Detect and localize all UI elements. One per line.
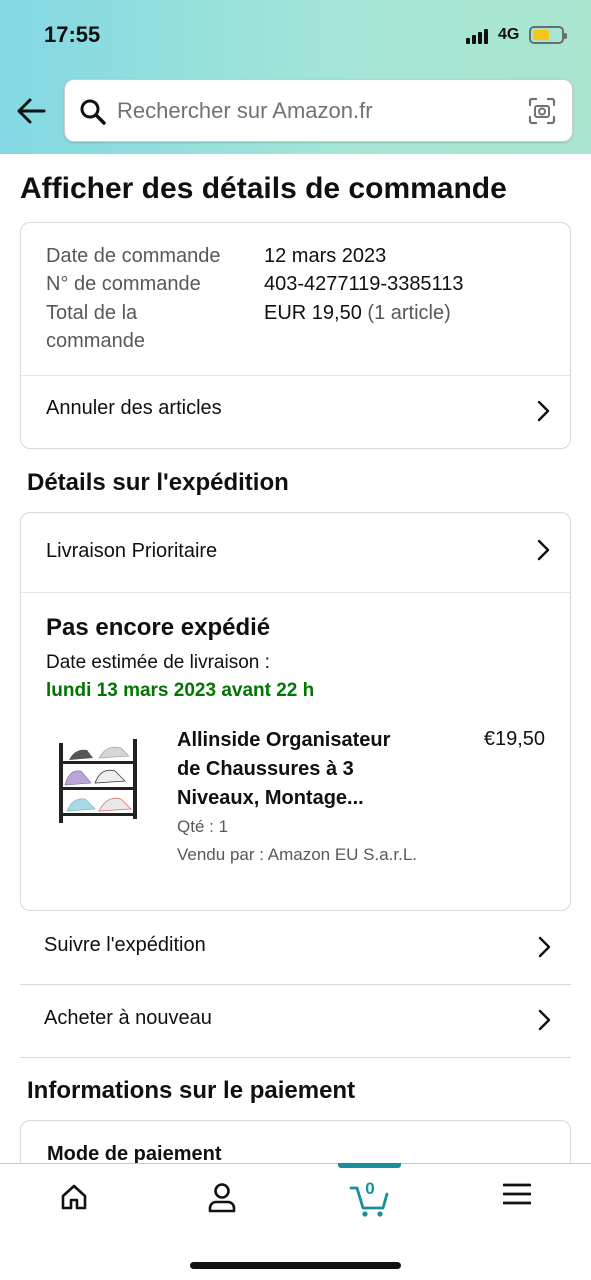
hamburger-menu-icon [503, 1183, 531, 1205]
battery-icon [529, 26, 567, 44]
product-title[interactable]: Allinside Organisateur de Chaussures à 3… [177, 726, 427, 813]
tab-menu[interactable] [457, 1164, 577, 1239]
chevron-right-icon [537, 539, 550, 561]
tab-home[interactable] [14, 1164, 134, 1239]
order-total-label-line1: Total de la [46, 302, 138, 324]
product-image[interactable] [55, 733, 143, 829]
product-quantity: Qté : 1 [177, 817, 229, 836]
order-date-label: Date de commande [46, 245, 221, 267]
tab-cart[interactable]: 0 [310, 1164, 430, 1239]
order-summary-card: Date de commande 12 mars 2023 N° de comm… [20, 222, 571, 449]
product-seller: Vendu par : Amazon EU S.a.r.L. [177, 845, 418, 864]
chevron-right-icon [538, 936, 551, 958]
status-time: 17:55 [44, 22, 101, 47]
camera-scan-icon[interactable] [527, 96, 557, 126]
signal-icon [466, 28, 492, 44]
product-price: €19,50 [483, 728, 545, 750]
search-icon[interactable] [79, 98, 107, 126]
divider [21, 592, 570, 593]
back-arrow-icon[interactable] [14, 94, 50, 128]
buy-again-label: Acheter à nouveau [44, 1007, 212, 1029]
order-number-label: N° de commande [46, 273, 201, 295]
product-title-line: de Chaussures à 3 [177, 758, 354, 780]
search-input[interactable] [117, 90, 517, 132]
cancel-items-row[interactable]: Annuler des articles [21, 376, 570, 449]
tab-account[interactable] [162, 1164, 282, 1239]
track-shipment-row[interactable]: Suivre l'expédition [20, 912, 571, 985]
cancel-items-label: Annuler des articles [46, 397, 222, 419]
order-item-count: (1 article) [367, 302, 451, 324]
shipment-card: Livraison Prioritaire Pas encore expédié… [20, 512, 571, 911]
shipping-section-title: Détails sur l'expédition [27, 469, 289, 496]
page-title: Afficher des détails de commande [20, 172, 507, 205]
home-icon [61, 1184, 87, 1210]
divider [20, 1057, 571, 1058]
order-date-value: 12 mars 2023 [264, 245, 387, 267]
cart-icon [349, 1186, 389, 1217]
delivery-type-row[interactable]: Livraison Prioritaire [21, 513, 570, 592]
order-number-value: 403-4277119-3385113 [264, 273, 464, 295]
network-type: 4G [498, 26, 520, 43]
delivery-type-label: Livraison Prioritaire [46, 540, 218, 562]
product-title-line: Allinside Organisateur [177, 729, 391, 751]
payment-section-title: Informations sur le paiement [27, 1077, 356, 1104]
order-total-value: EUR 19,50 [264, 302, 362, 324]
track-shipment-label: Suivre l'expédition [44, 934, 206, 956]
shipment-status: Pas encore expédié [46, 614, 271, 641]
home-indicator [190, 1262, 401, 1269]
search-bar[interactable] [64, 79, 573, 142]
header-bar: 17:55 4G [0, 0, 591, 154]
product-title-line: Niveaux, Montage... [177, 787, 364, 809]
chevron-right-icon [538, 1009, 551, 1031]
delivery-estimate-label: Date estimée de livraison : [46, 652, 270, 673]
order-total-value-wrap: EUR 19,50 (1 article) [264, 299, 451, 327]
delivery-estimate-date: lundi 13 mars 2023 avant 22 h [46, 680, 315, 701]
user-icon [208, 1183, 236, 1213]
chevron-right-icon [537, 400, 550, 422]
buy-again-row[interactable]: Acheter à nouveau [20, 985, 571, 1058]
order-total-label-line2: commande [46, 330, 145, 352]
